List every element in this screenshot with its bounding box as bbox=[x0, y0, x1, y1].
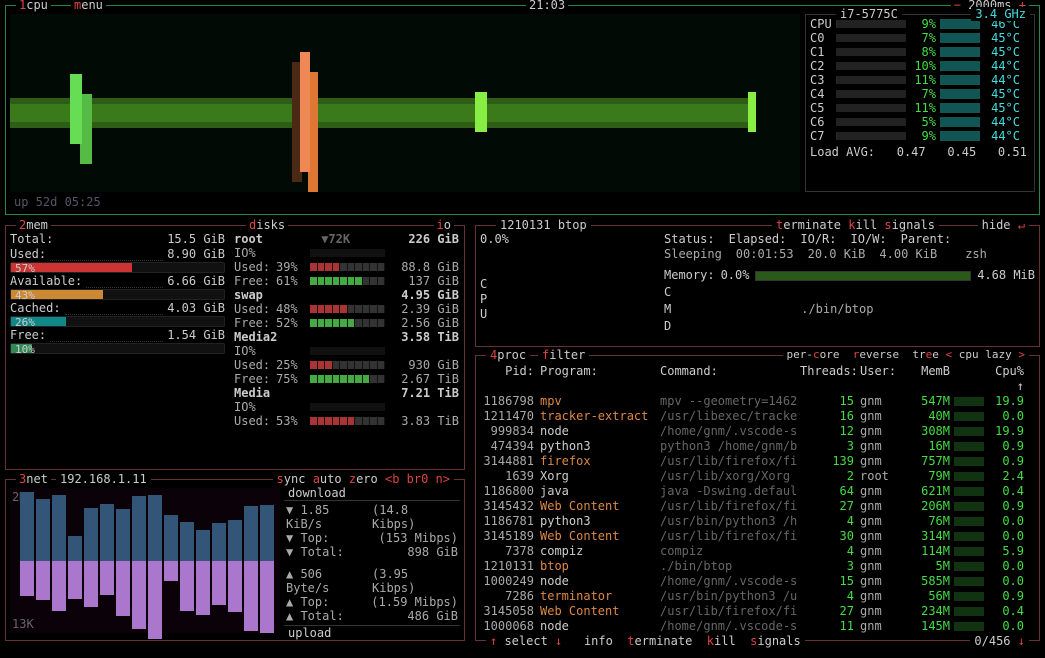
cpu-core-row: C79%44°C bbox=[810, 129, 1030, 143]
proc-row[interactable]: 1186800javajava -Dswing.defaul64gnm621M0… bbox=[480, 484, 1035, 499]
clock: 21:03 bbox=[526, 0, 568, 12]
proc-row[interactable]: 999834node/home/gnm/.vscode-s12gnm308M19… bbox=[480, 424, 1035, 439]
cpu-core-row: C311%44°C bbox=[810, 73, 1030, 87]
cpu-core-row: C47%45°C bbox=[810, 87, 1030, 101]
proc-row[interactable]: 1211470tracker-extract/usr/libexec/track… bbox=[480, 409, 1035, 424]
disk-row: IO% bbox=[234, 246, 459, 260]
proc-row[interactable]: 1639Xorg/usr/lib/xorg/Xorg2root79M2.4 bbox=[480, 469, 1035, 484]
disk-header: root▼72K226 GiB bbox=[234, 232, 459, 246]
proc-row[interactable]: 3145058Web Content/usr/lib/firefox/fi27g… bbox=[480, 604, 1035, 619]
proc-row[interactable]: 7286terminator/usr/bin/python3 /u4gnm56M… bbox=[480, 589, 1035, 604]
info-title: 1210131 btop bbox=[496, 218, 591, 232]
proc-title: 4proc bbox=[486, 348, 530, 362]
cpu-core-row: C18%45°C bbox=[810, 45, 1030, 59]
disks-title[interactable]: disks bbox=[246, 218, 288, 232]
proc-row[interactable]: 3145432Web Content/usr/lib/firefox/fi27g… bbox=[480, 499, 1035, 514]
cpu-core-row: C65%44°C bbox=[810, 115, 1030, 129]
proc-row[interactable]: 1210131btop./bin/btop3gnm5M0.0 bbox=[480, 559, 1035, 574]
disk-row: Free:75%2.67 TiB bbox=[234, 372, 459, 386]
mem-panel: 2mem disks io Total:15.5 GiB Used:8.90 G… bbox=[5, 225, 465, 470]
disk-row: Used:48%2.39 GiB bbox=[234, 302, 459, 316]
mem-stat-row: Used:8.90 GiB57% bbox=[10, 247, 225, 273]
disk-header: swap4.95 GiB bbox=[234, 288, 459, 302]
net-graph: 2M 13K bbox=[10, 488, 280, 633]
proc-row[interactable]: 3144881firefox/usr/lib/firefox/fi139gnm7… bbox=[480, 454, 1035, 469]
proc-row[interactable]: 1000249node/home/gnm/.vscode-s15gnm585M0… bbox=[480, 574, 1035, 589]
disk-stats: root▼72K226 GiBIO%Used:39%88.8 GiBFree:6… bbox=[234, 232, 459, 428]
cpu-panel: 1cpu mmenuenu 21:03 − 2000ms + i7-5775C … bbox=[5, 5, 1040, 215]
proc-row[interactable]: 7378compizcompiz4gnm114M5.9 bbox=[480, 544, 1035, 559]
proc-footer[interactable]: ↑ select ↓ info terminate kill signals bbox=[486, 634, 805, 648]
net-ip: 192.168.1.11 bbox=[56, 472, 151, 486]
disk-row: Free:61%137 GiB bbox=[234, 274, 459, 288]
proc-panel: 4proc filter per-core reverse tree < cpu… bbox=[475, 355, 1040, 641]
net-panel: 3net 192.168.1.11 sync auto zero <b br0 … bbox=[5, 479, 465, 641]
filter-button[interactable]: filter bbox=[538, 348, 589, 362]
net-stats: download ▼ 1.85 KiB/s(14.8 Kibps) ▼ Top:… bbox=[284, 486, 460, 642]
mem-stat-row: Cached:4.03 GiB26% bbox=[10, 301, 225, 327]
mem-stat-row: Available:6.66 GiB43% bbox=[10, 274, 225, 300]
cpu-core-row: C210%44°C bbox=[810, 59, 1030, 73]
disk-header: Media7.21 TiB bbox=[234, 386, 459, 400]
disk-header: Media23.58 TiB bbox=[234, 330, 459, 344]
cpu-graph bbox=[10, 14, 800, 192]
mem-title: 2mem bbox=[16, 218, 51, 232]
disk-row: Used:53%3.83 TiB bbox=[234, 414, 459, 428]
proc-options[interactable]: per-core reverse tree < cpu lazy > bbox=[783, 348, 1029, 361]
load-avg: Load AVG: 0.47 0.45 0.51 bbox=[810, 145, 1030, 159]
info-hide[interactable]: hide ↵ bbox=[978, 218, 1029, 232]
cpu-core-row: C511%45°C bbox=[810, 101, 1030, 115]
proc-row[interactable]: 3145189Web Content/usr/lib/firefox/fi30g… bbox=[480, 529, 1035, 544]
disk-row: Used:39%88.8 GiB bbox=[234, 260, 459, 274]
info-details: Status: Elapsed: IO/R: IO/W: Parent: Sle… bbox=[664, 232, 1035, 334]
info-cpu-graph: 0.0% C P U bbox=[480, 232, 660, 322]
mem-stats: Total:15.5 GiB Used:8.90 GiB57%Available… bbox=[10, 232, 225, 355]
cpu-core-row: C07%45°C bbox=[810, 31, 1030, 45]
io-title[interactable]: io bbox=[434, 218, 454, 232]
proc-table[interactable]: Pid: Program: Command: Threads: User: Me… bbox=[480, 364, 1035, 622]
disk-row: Used:25%930 GiB bbox=[234, 358, 459, 372]
proc-info-panel: 1210131 btop terminate kill signals hide… bbox=[475, 225, 1040, 347]
cpu-cores-panel: i7-5775C 3.4 GHz CPU9%46°CC07%45°CC18%45… bbox=[805, 14, 1035, 192]
proc-row[interactable]: 1186781python3/usr/bin/python3 /h4gnm76M… bbox=[480, 514, 1035, 529]
disk-row: IO% bbox=[234, 344, 459, 358]
disk-row: Free:52%2.56 GiB bbox=[234, 316, 459, 330]
proc-row[interactable]: 474394python3python3 /home/gnm/b3gnm16M0… bbox=[480, 439, 1035, 454]
disk-row: IO% bbox=[234, 400, 459, 414]
cpu-ghz: 3.4 GHz bbox=[971, 7, 1030, 21]
cpu-model: i7-5775C bbox=[836, 7, 902, 21]
net-options[interactable]: sync auto zero <b br0 n> bbox=[273, 472, 454, 486]
net-title: 3net bbox=[16, 472, 51, 486]
proc-counter: 0/456 ↓ bbox=[970, 634, 1029, 648]
mem-stat-row: Free:1.54 GiB10% bbox=[10, 328, 225, 354]
proc-row[interactable]: 1186798mpvmpv --geometry=146215gnm547M19… bbox=[480, 394, 1035, 409]
proc-row[interactable]: 1000068node/home/gnm/.vscode-s11gnm145M0… bbox=[480, 619, 1035, 634]
info-actions[interactable]: terminate kill signals bbox=[772, 218, 939, 232]
cpu-title: 1cpu bbox=[16, 0, 51, 12]
uptime: up 52d 05:25 bbox=[14, 195, 101, 209]
menu-button[interactable]: mmenuenu bbox=[71, 0, 106, 12]
